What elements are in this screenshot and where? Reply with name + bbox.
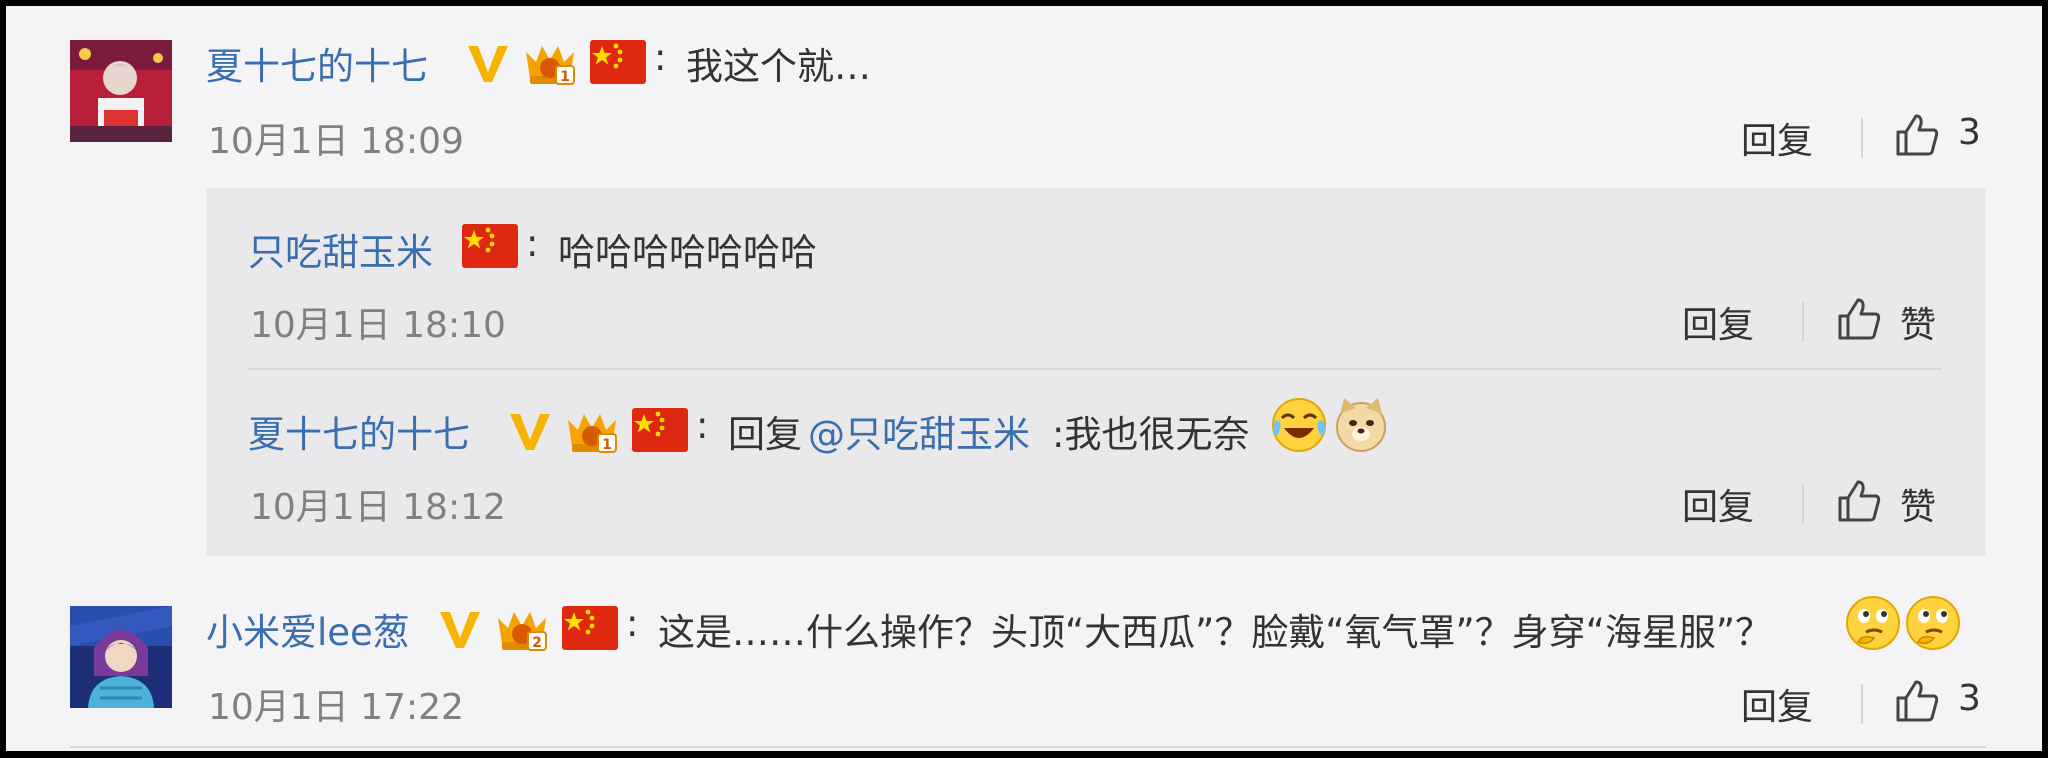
like-count[interactable]: 3 (1958, 112, 1981, 153)
svg-text:2: 2 (532, 635, 542, 651)
thinking-emoji (1906, 596, 1960, 650)
colon: : (654, 36, 667, 79)
colon: : (626, 602, 639, 645)
crown-badge-icon: 2 (498, 612, 547, 651)
divider (1861, 684, 1863, 724)
comment-feed: 夏十七的十七 1 : 我这个就… 10月1日 18:09 回复 3 只吃甜玉米 … (6, 6, 2042, 751)
reply-text: 哈哈哈哈哈哈哈 (558, 231, 817, 274)
like-count[interactable]: 3 (1958, 678, 1981, 719)
mention-link[interactable]: @只吃甜玉米 (808, 404, 1030, 458)
doge-emoji (1336, 398, 1386, 452)
svg-text:1: 1 (602, 437, 612, 453)
china-flag-icon (590, 40, 646, 84)
divider (1861, 118, 1863, 158)
colon: : (526, 222, 539, 265)
reply-button[interactable]: 回复 (1682, 296, 1754, 348)
comment-text: 我这个就… (686, 45, 871, 88)
reply-button[interactable]: 回复 (1682, 478, 1754, 530)
svg-text:1: 1 (560, 69, 570, 85)
china-flag-icon (562, 606, 618, 650)
reply-timestamp: 10月1日 18:12 (250, 487, 506, 528)
crown-badge-icon: 1 (526, 46, 575, 85)
verified-v-icon (510, 414, 550, 450)
like-button[interactable]: 赞 (1900, 296, 1936, 348)
reply-text: :我也很无奈 (1052, 413, 1250, 456)
divider (1802, 484, 1804, 524)
reply-prefix: 回复 (728, 413, 802, 456)
comment-timestamp: 10月1日 17:22 (208, 687, 464, 728)
bottom-divider (70, 746, 1986, 748)
china-flag-icon (632, 408, 688, 452)
avatar[interactable] (70, 606, 172, 708)
comment-text: 这是……什么操作？头顶“大西瓜”？脸戴“氧气罩”？身穿“海星服”？ (658, 611, 1773, 654)
reply-divider (248, 368, 1942, 370)
thumb-up-icon[interactable] (1836, 478, 1882, 524)
comment-timestamp: 10月1日 18:09 (208, 121, 464, 162)
crown-badge-icon: 1 (568, 414, 617, 453)
reply-username[interactable]: 夏十七的十七 (248, 404, 470, 458)
thumb-up-icon[interactable] (1894, 112, 1940, 158)
verified-v-icon (468, 46, 508, 82)
reply-button[interactable]: 回复 (1741, 112, 1813, 164)
thumb-up-icon[interactable] (1836, 296, 1882, 342)
avatar[interactable] (70, 40, 172, 142)
reply-username[interactable]: 只吃甜玉米 (248, 222, 433, 276)
thinking-emoji (1846, 596, 1900, 650)
thumb-up-icon[interactable] (1894, 678, 1940, 724)
like-button[interactable]: 赞 (1900, 478, 1936, 530)
reply-timestamp: 10月1日 18:10 (250, 305, 506, 346)
china-flag-icon (462, 224, 518, 268)
colon: : (696, 404, 709, 447)
comment-username[interactable]: 小米爱lee葱 (206, 602, 410, 656)
divider (1802, 302, 1804, 342)
laugh-cry-emoji (1272, 398, 1326, 452)
comment-username[interactable]: 夏十七的十七 (206, 36, 428, 90)
verified-v-icon (440, 612, 480, 648)
reply-button[interactable]: 回复 (1741, 678, 1813, 730)
